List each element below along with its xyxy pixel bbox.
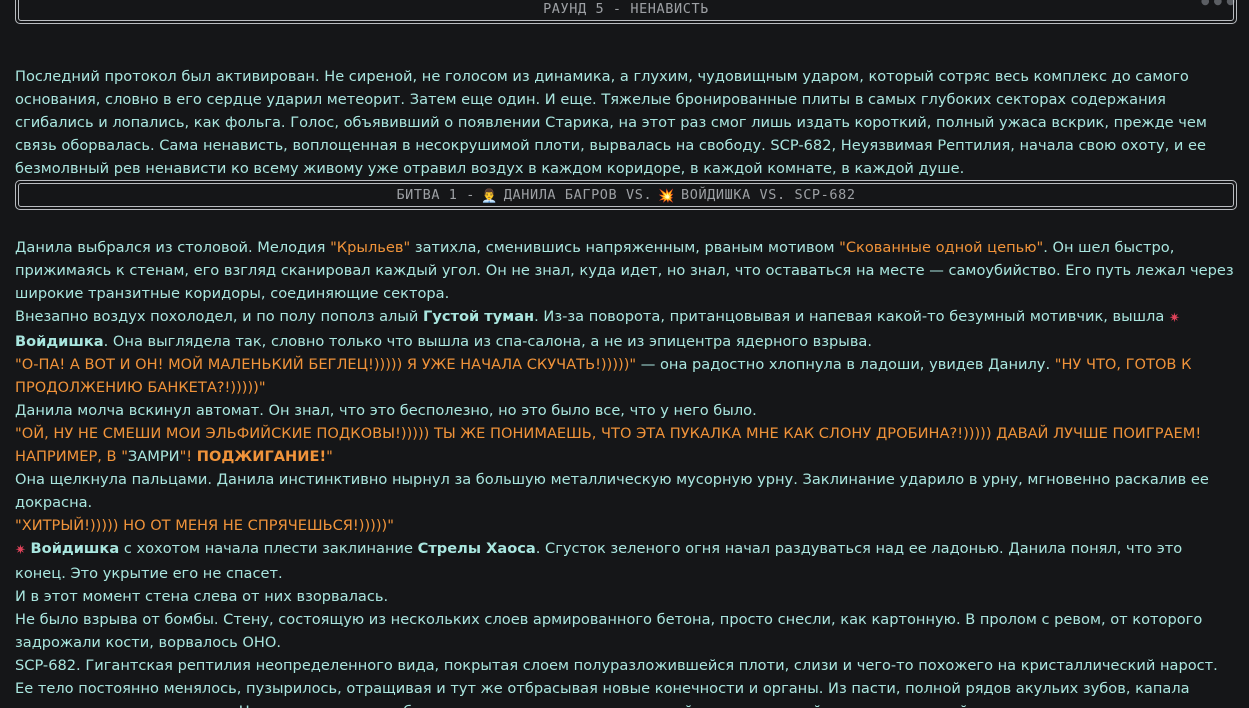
story-paragraph: "ОЙ, НУ НЕ СМЕШИ МОИ ЭЛЬФИЙСКИЕ ПОДКОВЫ!… — [15, 425, 1202, 465]
round-banner-text: РАУНД 5 - НЕНАВИСТЬ — [18, 0, 1234, 21]
intro-text: Последний протокол был активирован. Не с… — [15, 68, 1207, 177]
story-paragraph: Не было взрыва от бомбы. Стену, состоящу… — [15, 611, 1203, 651]
spell-name: ПОДЖИГАНИЕ! — [196, 448, 327, 465]
spell-name: Стрелы Хаоса — [417, 540, 536, 557]
game-name: ЗАМРИ — [127, 448, 180, 465]
round-banner: РАУНД 5 - НЕНАВИСТЬ — [15, 0, 1237, 24]
explosion-icon: ✷ — [15, 543, 26, 558]
character-name: Войдишка — [15, 333, 104, 350]
vs-label: VS. — [626, 187, 653, 203]
battle-banner: БИТВА 1 - 👨‍💼 ДАНИЛА БАГРОВ VS. 💥 ВОЙДИШКА V… — [15, 180, 1237, 210]
battle-prefix: БИТВА 1 - — [396, 187, 475, 203]
story-paragraph: SCP-682. Гигантская рептилия неопределен… — [15, 657, 1218, 708]
fog-term: Густой туман — [423, 308, 535, 325]
intro-paragraph: Последний протокол был активирован. Не с… — [15, 65, 1237, 180]
battle-story: Данила выбрался из столовой. Мелодия "Кр… — [15, 236, 1237, 708]
story-paragraph: Данила выбрался из столовой. Мелодия "Кр… — [15, 239, 1234, 302]
dialogue: "О-ПА! А ВОТ И ОН! МОЙ МАЛЕНЬКИЙ БЕГЛЕЦ!… — [15, 356, 637, 373]
story-paragraph: ✷ Войдишка с хохотом начала плести закли… — [15, 540, 1183, 582]
story-paragraph: Внезапно воздух похолодел, и по полу поп… — [15, 308, 1180, 350]
song-title: "Крыльев" — [330, 239, 411, 256]
explosion-icon: 💥 — [658, 189, 675, 204]
battle-banner-text: БИТВА 1 - 👨‍💼 ДАНИЛА БАГРОВ VS. 💥 ВОЙДИШКА V… — [18, 183, 1234, 207]
fighter-voidishka: ВОЙДИШКА — [680, 187, 751, 203]
story-paragraph: "О-ПА! А ВОТ И ОН! МОЙ МАЛЕНЬКИЙ БЕГЛЕЦ!… — [15, 356, 1192, 396]
story-paragraph: Данила молча вскинул автомат. Он знал, ч… — [15, 402, 757, 419]
song-title: "Скованные одной цепью" — [839, 239, 1044, 256]
dialogue: "ХИТРЫЙ!))))) НО ОТ МЕНЯ НЕ СПРЯЧЕШЬСЯ!)… — [15, 517, 394, 534]
story-paragraph: И в этот момент стена слева от них взорв… — [15, 588, 389, 605]
character-name: Войдишка — [30, 540, 120, 557]
fighter-danila: ДАНИЛА БАГРОВ — [503, 187, 618, 203]
explosion-icon: ✷ — [1168, 311, 1180, 326]
story-paragraph: Она щелкнула пальцами. Данила инстинктив… — [15, 471, 1209, 511]
fighter-scp: SCP-682 — [794, 187, 856, 203]
businessman-icon: 👨‍💼 — [481, 189, 498, 204]
vs-label: VS. — [759, 187, 786, 203]
